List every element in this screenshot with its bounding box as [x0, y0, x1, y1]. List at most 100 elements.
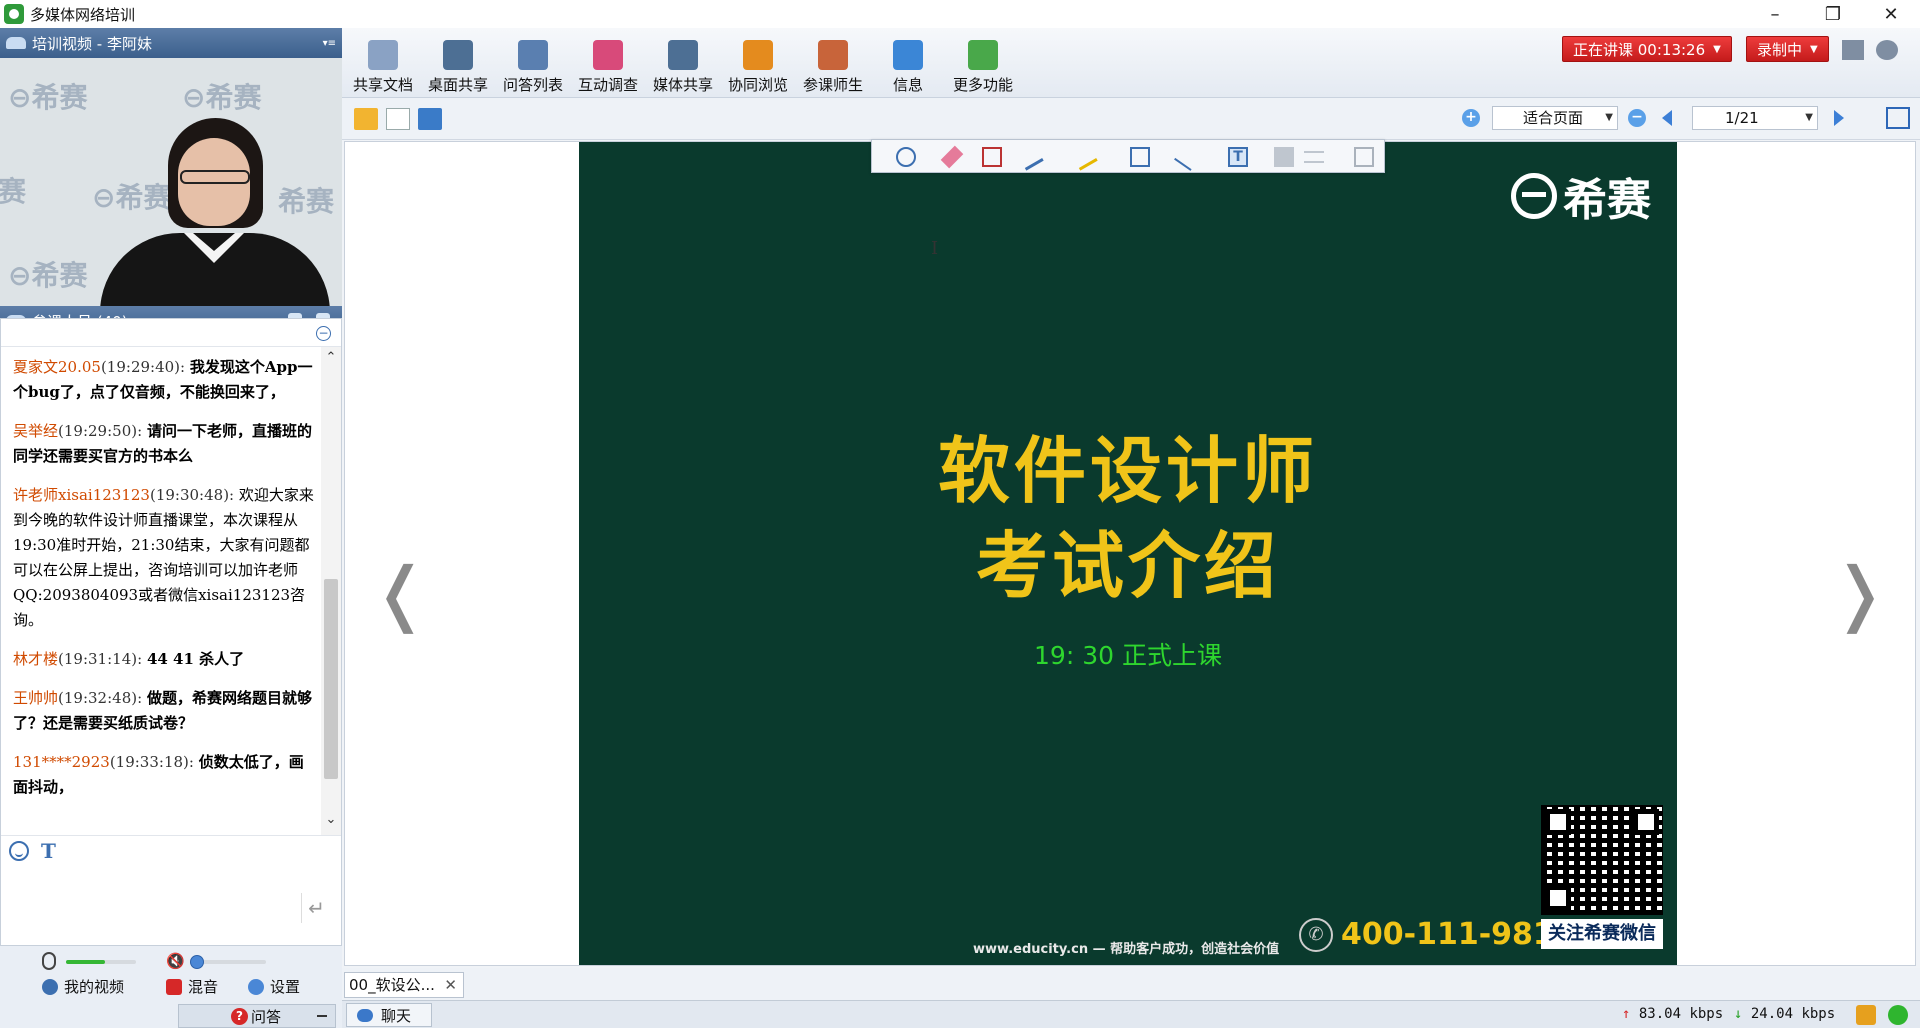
- video-watermark: ⊖希赛: [8, 81, 88, 114]
- video-watermark: ⊖希赛: [182, 81, 262, 114]
- toolbar-button-4[interactable]: 媒体共享: [646, 40, 720, 95]
- chat-panel-top: −: [1, 319, 341, 347]
- eraser-icon[interactable]: [940, 145, 964, 169]
- desktop-share-icon: [443, 40, 473, 70]
- zoom-out-icon[interactable]: −: [1628, 109, 1646, 127]
- collapse-chat-icon[interactable]: −: [316, 326, 331, 341]
- chat-tab[interactable]: 聊天: [346, 1003, 432, 1027]
- chat-sender[interactable]: 131****2923: [13, 753, 110, 771]
- chat-timestamp: (19:33:18):: [109, 753, 194, 771]
- chat-sender[interactable]: 王帅帅: [13, 689, 58, 707]
- save-document-icon[interactable]: [418, 108, 442, 130]
- toolbar-button-label: 问答列表: [502, 76, 563, 94]
- slide-logo: 希赛: [1511, 164, 1651, 228]
- chat-message: 夏家文20.05(19:29:40): 我发现这个App一个bug了，点了仅音频…: [13, 355, 317, 405]
- toolbar-button-8[interactable]: 更多功能: [946, 40, 1020, 95]
- emoji-icon[interactable]: [9, 840, 29, 861]
- zoom-in-icon[interactable]: +: [1462, 109, 1480, 127]
- info-icon: [893, 40, 923, 70]
- media-share-icon: [668, 40, 698, 70]
- speaker-volume-knob[interactable]: [190, 955, 204, 969]
- scroll-thumb[interactable]: [324, 579, 338, 779]
- document-tab[interactable]: 00_软设公... ✕: [344, 972, 464, 998]
- video-watermark: ⊖希赛: [8, 259, 88, 292]
- toolbar-button-1[interactable]: 桌面共享: [421, 40, 495, 95]
- my-video-button[interactable]: 我的视频: [42, 976, 124, 997]
- scroll-down-icon[interactable]: ⌄: [324, 813, 338, 827]
- toolbar-button-5[interactable]: 协同浏览: [721, 40, 795, 95]
- highlighter-icon[interactable]: [1070, 143, 1098, 171]
- rectangle-icon[interactable]: [1130, 147, 1150, 167]
- screenshot-icon[interactable]: [1354, 147, 1374, 167]
- toolbar-button-3[interactable]: 互动调查: [571, 40, 645, 95]
- chat-sender[interactable]: 吴举经: [13, 422, 58, 440]
- chat-input-field[interactable]: ↵: [1, 865, 341, 945]
- close-button[interactable]: ✕: [1862, 0, 1920, 28]
- recording-status-button[interactable]: 录制中 ▼: [1746, 36, 1829, 62]
- lecture-status-button[interactable]: 正在讲课 00:13:26 ▼: [1562, 36, 1732, 62]
- speaker-muted-icon[interactable]: 🔇: [166, 952, 185, 970]
- send-icon[interactable]: ↵: [301, 893, 331, 923]
- close-tab-icon[interactable]: ✕: [444, 973, 457, 997]
- microphone-icon[interactable]: [42, 952, 56, 970]
- scroll-up-icon[interactable]: ⌃: [324, 351, 338, 365]
- minimize-button[interactable]: –: [1746, 0, 1804, 28]
- person-icon: [42, 978, 58, 995]
- previous-slide-arrow[interactable]: ❬: [371, 552, 430, 634]
- gear-icon[interactable]: [1876, 40, 1898, 60]
- chat-scrollbar[interactable]: ⌃ ⌄: [321, 347, 341, 835]
- text-tool-icon[interactable]: T: [1228, 147, 1248, 167]
- previous-page-icon[interactable]: [1662, 110, 1672, 126]
- app-logo-icon: [4, 4, 24, 24]
- chat-message: 吴举经(19:29:50): 请问一下老师，直播班的同学还需要买官方的书本么: [13, 419, 317, 469]
- chat-timestamp: (19:29:40):: [100, 358, 186, 376]
- toolbar-button-6[interactable]: 参课师生: [796, 40, 870, 95]
- line-icon[interactable]: [1174, 143, 1202, 171]
- participants-icon: [818, 40, 848, 70]
- network-status-icon: [1856, 1005, 1876, 1025]
- clear-page-icon[interactable]: [982, 147, 1002, 167]
- presenter-figure: [100, 118, 330, 306]
- line-width-icon[interactable]: [1304, 151, 1324, 163]
- chat-text: 欢迎大家来到今晚的软件设计师直播课堂，本次课程从19:30准时开始，21:30结…: [13, 486, 314, 629]
- next-page-icon[interactable]: [1834, 110, 1844, 126]
- fill-color-icon[interactable]: [1274, 147, 1294, 167]
- chat-timestamp: (19:29:50):: [58, 422, 143, 440]
- layout-icon[interactable]: [1842, 40, 1864, 60]
- qr-code: [1541, 805, 1663, 915]
- pen-icon[interactable]: [1016, 143, 1044, 171]
- qa-tab[interactable]: ? 问答: [178, 1004, 336, 1028]
- my-video-label: 我的视频: [64, 978, 125, 996]
- slide-title-line2: 考试介绍: [975, 524, 1280, 608]
- chat-timestamp: (19:32:48):: [58, 689, 143, 707]
- mic-volume-slider[interactable]: [66, 960, 136, 964]
- pointer-icon[interactable]: [896, 147, 916, 167]
- document-subtoolbar: + 适合页面 ▼ − 1/21 ▼: [342, 98, 1920, 140]
- new-document-icon[interactable]: [386, 108, 410, 130]
- mix-muted-icon: [166, 978, 182, 995]
- text-format-icon[interactable]: T: [41, 839, 56, 863]
- page-select[interactable]: 1/21 ▼: [1692, 106, 1818, 130]
- video-camera-icon: [6, 37, 26, 49]
- settings-button[interactable]: 设置: [248, 976, 300, 997]
- mix-button[interactable]: 混音: [166, 976, 218, 997]
- open-folder-icon[interactable]: [354, 108, 378, 130]
- annotation-toolbar: T: [871, 139, 1385, 173]
- slide-website: www.educity.cn — 帮助客户成功，创造社会价值: [973, 942, 1280, 957]
- chat-sender[interactable]: 夏家文20.05: [13, 358, 101, 376]
- slide-title-line1: 软件设计师: [937, 429, 1318, 513]
- xisai-logo-icon: [1511, 173, 1557, 219]
- chat-sender[interactable]: 许老师xisai123123: [13, 486, 150, 504]
- next-slide-arrow[interactable]: ❭: [1830, 552, 1889, 634]
- zoom-mode-select[interactable]: 适合页面 ▼: [1492, 106, 1618, 130]
- video-menu-button[interactable]: ▾≡: [323, 38, 336, 49]
- toolbar-button-7[interactable]: 信息: [871, 40, 945, 95]
- fullscreen-icon[interactable]: [1886, 107, 1910, 129]
- speaker-volume-slider[interactable]: [194, 960, 266, 964]
- minimize-tab-icon[interactable]: [317, 1015, 327, 1017]
- toolbar-button-0[interactable]: 共享文档: [346, 40, 420, 95]
- chat-sender[interactable]: 林才楼: [13, 650, 58, 668]
- restore-button[interactable]: ❐: [1804, 0, 1862, 28]
- title-bar: 多媒体网络培训 – ❐ ✕: [0, 0, 1920, 28]
- toolbar-button-2[interactable]: 问答列表: [496, 40, 570, 95]
